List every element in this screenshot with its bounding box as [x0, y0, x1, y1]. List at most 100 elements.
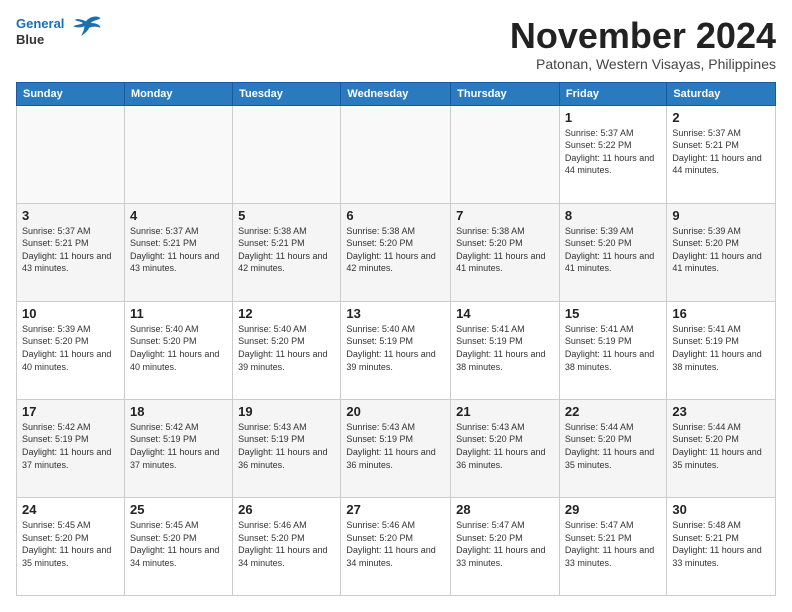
day-info: Sunrise: 5:44 AM Sunset: 5:20 PM Dayligh… — [565, 421, 661, 471]
day-info: Sunrise: 5:37 AM Sunset: 5:21 PM Dayligh… — [130, 225, 227, 275]
calendar-week-row: 3 Sunrise: 5:37 AM Sunset: 5:21 PM Daylig… — [17, 203, 776, 301]
day-number: 28 — [456, 502, 554, 517]
day-number: 26 — [238, 502, 335, 517]
calendar-cell: 26 Sunrise: 5:46 AM Sunset: 5:20 PM Dayli… — [233, 497, 341, 595]
day-number: 16 — [672, 306, 770, 321]
day-info: Sunrise: 5:45 AM Sunset: 5:20 PM Dayligh… — [130, 519, 227, 569]
day-number: 9 — [672, 208, 770, 223]
calendar-cell: 23Sunrise: 5:44 AM Sunset: 5:20 PM Dayli… — [667, 399, 776, 497]
logo-general: General — [16, 16, 64, 31]
calendar-cell: 29 Sunrise: 5:47 AM Sunset: 5:21 PM Dayli… — [559, 497, 666, 595]
calendar-cell: 2Sunrise: 5:37 AM Sunset: 5:21 PM Daylig… — [667, 105, 776, 203]
calendar-week-row: 1 Sunrise: 5:37 AM Sunset: 5:22 PM Daylig… — [17, 105, 776, 203]
day-info: Sunrise: 5:46 AM Sunset: 5:20 PM Dayligh… — [346, 519, 445, 569]
day-number: 27 — [346, 502, 445, 517]
day-number: 3 — [22, 208, 119, 223]
calendar-cell: 13Sunrise: 5:40 AM Sunset: 5:19 PM Dayli… — [341, 301, 451, 399]
day-info: Sunrise: 5:46 AM Sunset: 5:20 PM Dayligh… — [238, 519, 335, 569]
day-number: 6 — [346, 208, 445, 223]
calendar-cell: 21Sunrise: 5:43 AM Sunset: 5:20 PM Dayli… — [451, 399, 560, 497]
calendar-cell: 28 Sunrise: 5:47 AM Sunset: 5:20 PM Dayli… — [451, 497, 560, 595]
calendar-cell: 7 Sunrise: 5:38 AM Sunset: 5:20 PM Daylig… — [451, 203, 560, 301]
title-block: November 2024 Patonan, Western Visayas, … — [510, 16, 776, 72]
calendar-cell: 25Sunrise: 5:45 AM Sunset: 5:20 PM Dayli… — [124, 497, 232, 595]
calendar-header-row: Sunday Monday Tuesday Wednesday Thursday… — [17, 82, 776, 105]
calendar-cell — [17, 105, 125, 203]
day-info: Sunrise: 5:38 AM Sunset: 5:21 PM Dayligh… — [238, 225, 335, 275]
col-wednesday: Wednesday — [341, 82, 451, 105]
day-number: 12 — [238, 306, 335, 321]
day-number: 22 — [565, 404, 661, 419]
calendar-cell: 5Sunrise: 5:38 AM Sunset: 5:21 PM Daylig… — [233, 203, 341, 301]
day-info: Sunrise: 5:37 AM Sunset: 5:21 PM Dayligh… — [22, 225, 119, 275]
calendar-cell: 4Sunrise: 5:37 AM Sunset: 5:21 PM Daylig… — [124, 203, 232, 301]
calendar-cell — [341, 105, 451, 203]
page: General Blue November 2024 Patonan, West… — [0, 0, 792, 612]
day-info: Sunrise: 5:37 AM Sunset: 5:22 PM Dayligh… — [565, 127, 661, 177]
day-info: Sunrise: 5:39 AM Sunset: 5:20 PM Dayligh… — [565, 225, 661, 275]
calendar-cell — [233, 105, 341, 203]
day-number: 18 — [130, 404, 227, 419]
day-info: Sunrise: 5:39 AM Sunset: 5:20 PM Dayligh… — [22, 323, 119, 373]
calendar-week-row: 24 Sunrise: 5:45 AM Sunset: 5:20 PM Dayli… — [17, 497, 776, 595]
calendar-cell: 6 Sunrise: 5:38 AM Sunset: 5:20 PM Daylig… — [341, 203, 451, 301]
day-number: 8 — [565, 208, 661, 223]
day-info: Sunrise: 5:47 AM Sunset: 5:20 PM Dayligh… — [456, 519, 554, 569]
calendar-week-row: 17 Sunrise: 5:42 AM Sunset: 5:19 PM Dayli… — [17, 399, 776, 497]
calendar-cell: 9 Sunrise: 5:39 AM Sunset: 5:20 PM Daylig… — [667, 203, 776, 301]
day-number: 15 — [565, 306, 661, 321]
logo: General Blue — [16, 16, 102, 47]
calendar-cell: 20Sunrise: 5:43 AM Sunset: 5:19 PM Dayli… — [341, 399, 451, 497]
calendar-cell: 14 Sunrise: 5:41 AM Sunset: 5:19 PM Dayli… — [451, 301, 560, 399]
day-number: 10 — [22, 306, 119, 321]
calendar-cell: 19 Sunrise: 5:43 AM Sunset: 5:19 PM Dayli… — [233, 399, 341, 497]
day-number: 29 — [565, 502, 661, 517]
day-info: Sunrise: 5:38 AM Sunset: 5:20 PM Dayligh… — [456, 225, 554, 275]
day-number: 14 — [456, 306, 554, 321]
day-number: 30 — [672, 502, 770, 517]
day-number: 17 — [22, 404, 119, 419]
day-info: Sunrise: 5:47 AM Sunset: 5:21 PM Dayligh… — [565, 519, 661, 569]
calendar-cell: 16 Sunrise: 5:41 AM Sunset: 5:19 PM Dayli… — [667, 301, 776, 399]
calendar-cell: 10 Sunrise: 5:39 AM Sunset: 5:20 PM Dayli… — [17, 301, 125, 399]
calendar-cell: 17 Sunrise: 5:42 AM Sunset: 5:19 PM Dayli… — [17, 399, 125, 497]
calendar-table: Sunday Monday Tuesday Wednesday Thursday… — [16, 82, 776, 596]
day-info: Sunrise: 5:40 AM Sunset: 5:20 PM Dayligh… — [130, 323, 227, 373]
day-info: Sunrise: 5:37 AM Sunset: 5:21 PM Dayligh… — [672, 127, 770, 177]
col-monday: Monday — [124, 82, 232, 105]
calendar-cell: 22 Sunrise: 5:44 AM Sunset: 5:20 PM Dayli… — [559, 399, 666, 497]
calendar-cell: 27 Sunrise: 5:46 AM Sunset: 5:20 PM Dayli… — [341, 497, 451, 595]
day-info: Sunrise: 5:38 AM Sunset: 5:20 PM Dayligh… — [346, 225, 445, 275]
logo-bird-icon — [70, 13, 102, 41]
month-title: November 2024 — [510, 16, 776, 56]
calendar-cell: 24 Sunrise: 5:45 AM Sunset: 5:20 PM Dayli… — [17, 497, 125, 595]
calendar-week-row: 10 Sunrise: 5:39 AM Sunset: 5:20 PM Dayli… — [17, 301, 776, 399]
day-number: 19 — [238, 404, 335, 419]
day-info: Sunrise: 5:48 AM Sunset: 5:21 PM Dayligh… — [672, 519, 770, 569]
day-info: Sunrise: 5:45 AM Sunset: 5:20 PM Dayligh… — [22, 519, 119, 569]
day-number: 7 — [456, 208, 554, 223]
day-number: 23 — [672, 404, 770, 419]
day-number: 1 — [565, 110, 661, 125]
col-tuesday: Tuesday — [233, 82, 341, 105]
day-info: Sunrise: 5:41 AM Sunset: 5:19 PM Dayligh… — [456, 323, 554, 373]
logo-blue: Blue — [16, 32, 44, 47]
day-number: 24 — [22, 502, 119, 517]
calendar-cell: 15 Sunrise: 5:41 AM Sunset: 5:19 PM Dayli… — [559, 301, 666, 399]
calendar-cell: 1 Sunrise: 5:37 AM Sunset: 5:22 PM Daylig… — [559, 105, 666, 203]
header: General Blue November 2024 Patonan, West… — [16, 16, 776, 72]
calendar-cell — [124, 105, 232, 203]
day-info: Sunrise: 5:41 AM Sunset: 5:19 PM Dayligh… — [672, 323, 770, 373]
day-info: Sunrise: 5:43 AM Sunset: 5:19 PM Dayligh… — [238, 421, 335, 471]
calendar-cell — [451, 105, 560, 203]
day-info: Sunrise: 5:42 AM Sunset: 5:19 PM Dayligh… — [130, 421, 227, 471]
day-info: Sunrise: 5:43 AM Sunset: 5:19 PM Dayligh… — [346, 421, 445, 471]
calendar-cell: 3 Sunrise: 5:37 AM Sunset: 5:21 PM Daylig… — [17, 203, 125, 301]
calendar-cell: 30 Sunrise: 5:48 AM Sunset: 5:21 PM Dayli… — [667, 497, 776, 595]
day-info: Sunrise: 5:39 AM Sunset: 5:20 PM Dayligh… — [672, 225, 770, 275]
day-info: Sunrise: 5:42 AM Sunset: 5:19 PM Dayligh… — [22, 421, 119, 471]
calendar-cell: 8 Sunrise: 5:39 AM Sunset: 5:20 PM Daylig… — [559, 203, 666, 301]
day-info: Sunrise: 5:41 AM Sunset: 5:19 PM Dayligh… — [565, 323, 661, 373]
col-sunday: Sunday — [17, 82, 125, 105]
calendar-cell: 11Sunrise: 5:40 AM Sunset: 5:20 PM Dayli… — [124, 301, 232, 399]
